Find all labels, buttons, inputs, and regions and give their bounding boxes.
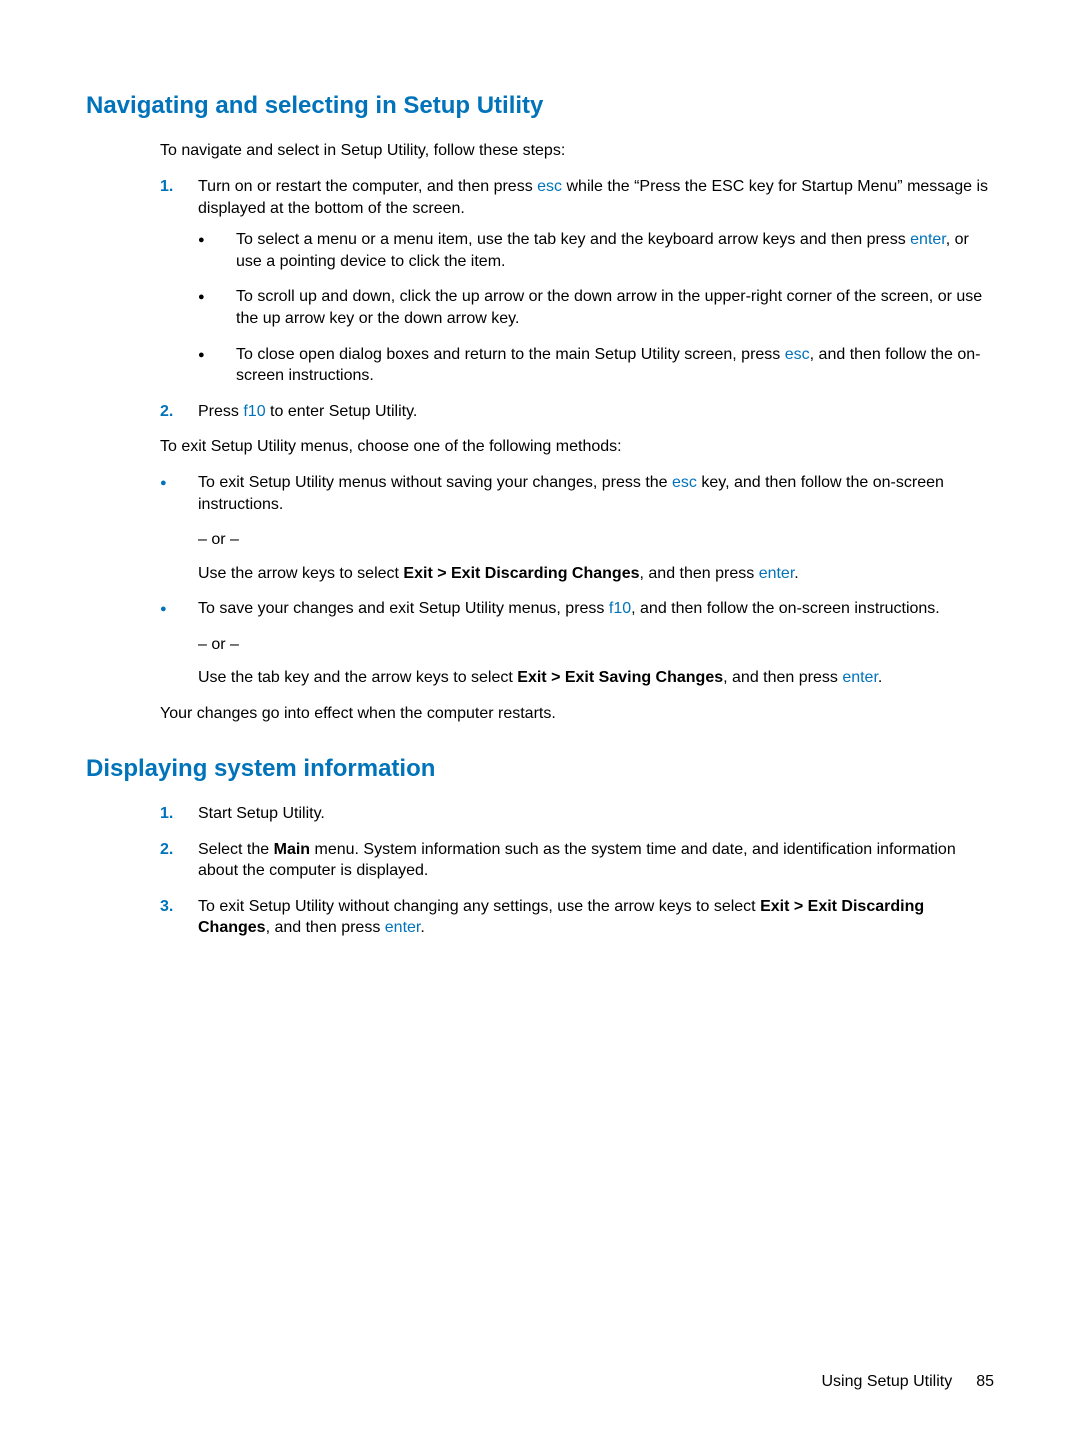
key-f10: f10	[609, 600, 631, 617]
s2-step-1: 1. Start Setup Utility.	[160, 803, 994, 825]
steps-list: 1. Turn on or restart the computer, and …	[160, 176, 994, 422]
exit-without-saving: To exit Setup Utility menus without savi…	[160, 472, 994, 584]
footer-label: Using Setup Utility	[821, 1373, 952, 1390]
key-enter: enter	[842, 669, 878, 686]
key-enter: enter	[759, 565, 795, 582]
exit-a-alt: Use the arrow keys to select Exit > Exit…	[198, 563, 994, 585]
menu-path: Exit > Exit Discarding Changes	[403, 565, 639, 582]
intro-text: To navigate and select in Setup Utility,…	[160, 140, 994, 162]
exit-methods-block: To exit Setup Utility menus, choose one …	[86, 436, 994, 724]
s2-step2-text: Select the Main menu. System information…	[198, 841, 956, 880]
exit-with-saving: To save your changes and exit Setup Util…	[160, 598, 994, 689]
exit-b-alt: Use the tab key and the arrow keys to se…	[198, 667, 994, 689]
bullet-select-menu: To select a menu or a menu item, use the…	[198, 229, 994, 272]
or-separator: – or –	[198, 634, 994, 656]
closing-text: Your changes go into effect when the com…	[160, 703, 994, 725]
exit-intro: To exit Setup Utility menus, choose one …	[160, 436, 994, 458]
page-footer: Using Setup Utility 85	[821, 1371, 994, 1393]
step-1: 1. Turn on or restart the computer, and …	[160, 176, 994, 387]
key-esc: esc	[785, 346, 810, 363]
step-number: 3.	[160, 896, 173, 918]
step-1-text: Turn on or restart the computer, and the…	[198, 178, 988, 217]
bullet-close-dialog: To close open dialog boxes and return to…	[198, 344, 994, 387]
or-separator: – or –	[198, 529, 994, 551]
s2-step-3: 3. To exit Setup Utility without changin…	[160, 896, 994, 939]
step-2: 2. Press f10 to enter Setup Utility.	[160, 401, 994, 423]
s2-step1-text: Start Setup Utility.	[198, 805, 325, 822]
bullet-scroll: To scroll up and down, click the up arro…	[198, 286, 994, 329]
key-enter: enter	[385, 919, 421, 936]
menu-path: Exit > Exit Saving Changes	[517, 669, 723, 686]
step-2-text: Press f10 to enter Setup Utility.	[198, 403, 417, 420]
section-heading-displaying: Displaying system information	[86, 753, 994, 785]
s2-step3-text: To exit Setup Utility without changing a…	[198, 898, 924, 937]
exit-a-text: To exit Setup Utility menus without savi…	[198, 472, 994, 515]
exit-bullets: To exit Setup Utility menus without savi…	[160, 472, 994, 689]
steps-list-2: 1. Start Setup Utility. 2. Select the Ma…	[160, 803, 994, 939]
section2-body: 1. Start Setup Utility. 2. Select the Ma…	[86, 803, 994, 939]
key-f10: f10	[243, 403, 265, 420]
section-heading-navigating: Navigating and selecting in Setup Utilit…	[86, 90, 994, 122]
step-number: 1.	[160, 803, 173, 825]
key-enter: enter	[910, 231, 946, 248]
section1-body: To navigate and select in Setup Utility,…	[86, 140, 994, 422]
key-esc: esc	[537, 178, 562, 195]
step-number: 2.	[160, 839, 173, 861]
key-esc: esc	[672, 474, 697, 491]
sub-bullets: To select a menu or a menu item, use the…	[198, 229, 994, 387]
s2-step-2: 2. Select the Main menu. System informat…	[160, 839, 994, 882]
step-number: 2.	[160, 401, 173, 423]
page-number: 85	[976, 1373, 994, 1390]
step-number: 1.	[160, 176, 173, 198]
exit-b-text: To save your changes and exit Setup Util…	[198, 598, 994, 620]
menu-main: Main	[274, 841, 310, 858]
